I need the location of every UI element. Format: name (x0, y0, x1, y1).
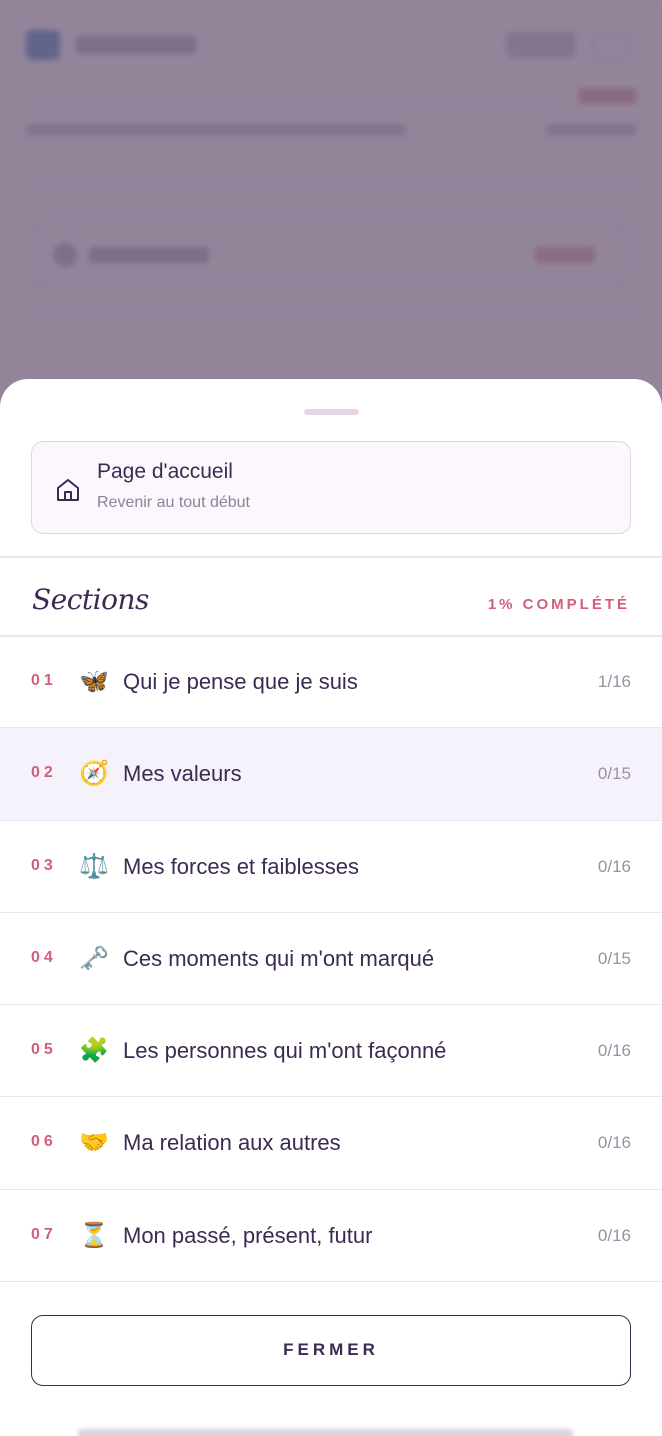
section-item-03[interactable]: 03 ⚖️ Mes forces et faiblesses 0/16 (0, 821, 662, 913)
section-number: 05 (31, 1041, 57, 1059)
close-button[interactable]: FERMER (31, 1315, 631, 1386)
section-label: Mes forces et faiblesses (123, 853, 359, 879)
section-item-01[interactable]: 01 🦋 Qui je pense que je suis 1/16 (0, 636, 662, 729)
section-list: 01 🦋 Qui je pense que je suis 1/16 02 🧭 Mes va… (0, 636, 662, 1283)
background-text-peek (78, 1429, 573, 1436)
scales-icon: ⚖️ (79, 851, 109, 880)
sheet-grabber-handle[interactable] (304, 409, 359, 415)
close-button-label: FERMER (283, 1340, 379, 1359)
section-progress-count: 0/16 (597, 1041, 631, 1061)
home-page-button[interactable]: Page d'accueil Revenir au tout début (31, 441, 631, 534)
section-progress-count: 0/15 (597, 948, 631, 968)
divider (0, 556, 662, 558)
section-progress-count: 0/15 (597, 764, 631, 784)
hourglass-icon: ⏳ (79, 1220, 109, 1249)
section-label: Mon passé, présent, futur (123, 1222, 373, 1248)
section-number: 07 (31, 1225, 57, 1243)
section-progress-count: 0/16 (597, 1225, 631, 1245)
section-progress-count: 0/16 (597, 1133, 631, 1153)
puzzle-icon: 🧩 (79, 1036, 109, 1065)
section-progress-count: 1/16 (597, 672, 631, 691)
section-label: Mes valeurs (123, 761, 242, 787)
home-title: Page d'accueil (97, 460, 233, 483)
section-number: 01 (31, 672, 57, 689)
section-item-07[interactable]: 07 ⏳ Mon passé, présent, futur 0/16 (0, 1190, 662, 1283)
progress-label: 1% COMPLÉTÉ (487, 596, 630, 613)
section-number: 06 (31, 1133, 57, 1151)
section-label: Qui je pense que je suis (123, 669, 358, 694)
section-label: Les personnes qui m'ont façonné (123, 1038, 447, 1064)
handshake-icon: 🤝 (79, 1128, 109, 1157)
section-item-06[interactable]: 06 🤝 Ma relation aux autres 0/16 (0, 1097, 662, 1190)
section-number: 03 (31, 856, 57, 874)
navigation-sheet: Page d'accueil Revenir au tout début Sec… (0, 379, 662, 1436)
section-item-02[interactable]: 02 🧭 Mes valeurs 0/15 (0, 728, 662, 821)
section-item-04[interactable]: 04 🗝️ Ces moments qui m'ont marqué 0/15 (0, 913, 662, 1006)
butterfly-icon: 🦋 (79, 667, 109, 695)
section-progress-count: 0/16 (597, 856, 631, 876)
compass-icon: 🧭 (79, 759, 109, 788)
home-icon (57, 479, 79, 501)
section-number: 02 (31, 764, 57, 782)
sections-heading: Sections (32, 583, 149, 616)
key-icon: 🗝️ (79, 943, 109, 972)
section-label: Ces moments qui m'ont marqué (123, 945, 435, 971)
home-subtitle: Revenir au tout début (97, 494, 250, 511)
section-item-05[interactable]: 05 🧩 Les personnes qui m'ont façonné 0/16 (0, 1005, 662, 1098)
section-label: Ma relation aux autres (123, 1130, 341, 1156)
section-number: 04 (31, 948, 57, 966)
